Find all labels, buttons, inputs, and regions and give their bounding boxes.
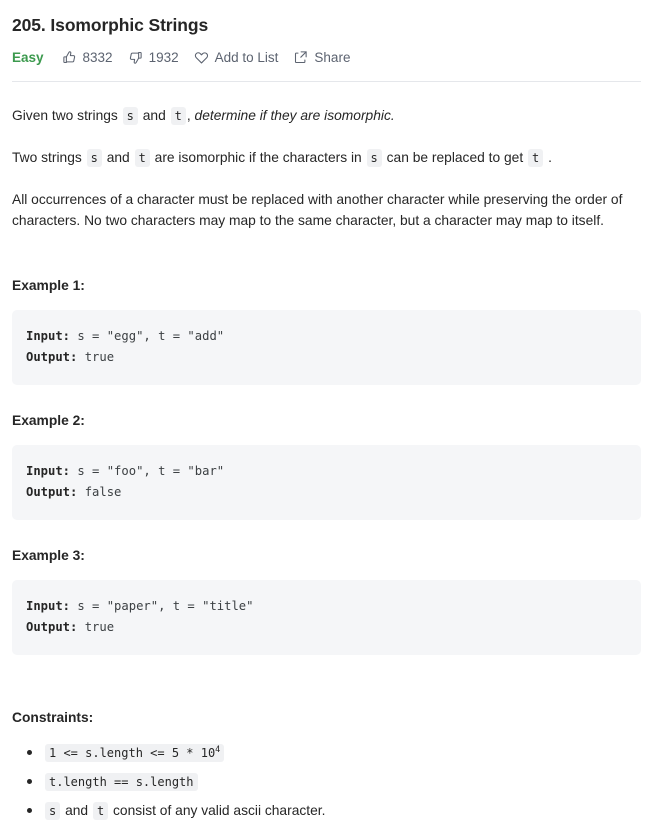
problem-header: 205. Isomorphic Strings Easy 8332 1932 A… [10, 14, 647, 82]
input-label: Input: [26, 463, 71, 478]
p1-and: and [142, 107, 166, 123]
output-value: true [77, 349, 115, 364]
inline-code-s: s [366, 148, 382, 167]
inline-code-s: s [122, 106, 138, 125]
problem-meta-row: Easy 8332 1932 Add to List Share [12, 50, 647, 65]
like-button[interactable]: 8332 [62, 50, 113, 65]
inline-code-t: t [134, 148, 150, 167]
inline-code-s: s [45, 801, 61, 820]
p1-comma: , [186, 107, 191, 123]
output-label: Output: [26, 619, 78, 634]
constraint-code: t.length == s.length [45, 772, 198, 791]
p2-tail: can be replaced to get [386, 149, 524, 165]
add-to-list-label: Add to List [214, 49, 279, 65]
p1-lead: Given two strings [12, 107, 118, 123]
example-block: Example 2: Input: s = "foo", t = "bar" O… [12, 411, 641, 520]
example-block: Example 3: Input: s = "paper", t = "titl… [12, 546, 641, 655]
example-heading: Example 3: [12, 547, 85, 563]
constraint-code-text: 1 <= s.length <= 5 * 10 [49, 745, 216, 760]
p2-mid: are isomorphic if the characters in [154, 149, 362, 165]
dislike-count: 1932 [148, 49, 179, 65]
add-to-list-button[interactable]: Add to List [194, 49, 279, 65]
description-paragraph-3: All occurrences of a character must be r… [12, 191, 623, 228]
thumbs-down-icon [128, 50, 143, 65]
inline-code-t: t [170, 106, 186, 125]
example-code-block: Input: s = "foo", t = "bar" Output: fals… [12, 444, 641, 520]
constraints-section: Constraints: 1 <= s.length <= 5 * 104 t.… [12, 708, 641, 822]
header-divider [12, 80, 641, 82]
constraint-and: and [65, 802, 89, 818]
example-code-block: Input: s = "egg", t = "add" Output: true [12, 309, 641, 385]
constraints-heading: Constraints: [12, 709, 94, 725]
input-value: s = "egg", t = "add" [70, 328, 225, 343]
like-count: 8332 [82, 49, 113, 65]
problem-page: 205. Isomorphic Strings Easy 8332 1932 A… [0, 0, 655, 822]
heart-icon [194, 50, 209, 65]
output-value: true [77, 619, 115, 634]
output-value: false [77, 484, 122, 499]
input-value: s = "paper", t = "title" [70, 598, 254, 613]
list-item: s and t consist of any valid ascii chara… [27, 800, 641, 822]
list-item: 1 <= s.length <= 5 * 104 [27, 742, 641, 764]
input-value: s = "foo", t = "bar" [70, 463, 225, 478]
inline-code-t: t [92, 801, 109, 820]
problem-content: Given two strings s and t, determine if … [10, 105, 647, 822]
output-label: Output: [26, 484, 78, 499]
p2-and: and [106, 149, 130, 165]
example-code-block: Input: s = "paper", t = "title" Output: … [12, 579, 641, 655]
inline-code-s: s [86, 148, 102, 167]
constraint-code: 1 <= s.length <= 5 * 104 [45, 743, 225, 762]
example-heading: Example 2: [12, 412, 85, 428]
thumbs-up-icon [62, 50, 77, 65]
input-label: Input: [26, 328, 71, 343]
output-label: Output: [26, 349, 78, 364]
description-paragraph-2: Two strings s and t are isomorphic if th… [12, 147, 641, 169]
p2-lead: Two strings [12, 149, 82, 165]
constraint-tail: consist of any valid ascii character. [113, 802, 326, 818]
example-block: Example 1: Input: s = "egg", t = "add" O… [12, 276, 641, 385]
inline-code-t: t [528, 148, 544, 167]
p1-emphasis: determine if they are isomorphic. [194, 107, 395, 123]
dislike-button[interactable]: 1932 [128, 50, 179, 65]
p2-period: . [548, 149, 552, 165]
share-icon [293, 50, 308, 65]
constraint-exponent: 4 [215, 744, 221, 755]
list-item: t.length == s.length [27, 771, 641, 793]
constraints-list: 1 <= s.length <= 5 * 104 t.length == s.l… [12, 742, 641, 822]
share-label: Share [314, 49, 351, 65]
description-paragraph-1: Given two strings s and t, determine if … [12, 105, 641, 127]
difficulty-badge: Easy [12, 49, 44, 65]
share-button[interactable]: Share [293, 50, 350, 65]
example-heading: Example 1: [12, 277, 85, 293]
input-label: Input: [26, 598, 71, 613]
page-title: 205. Isomorphic Strings [12, 15, 209, 35]
